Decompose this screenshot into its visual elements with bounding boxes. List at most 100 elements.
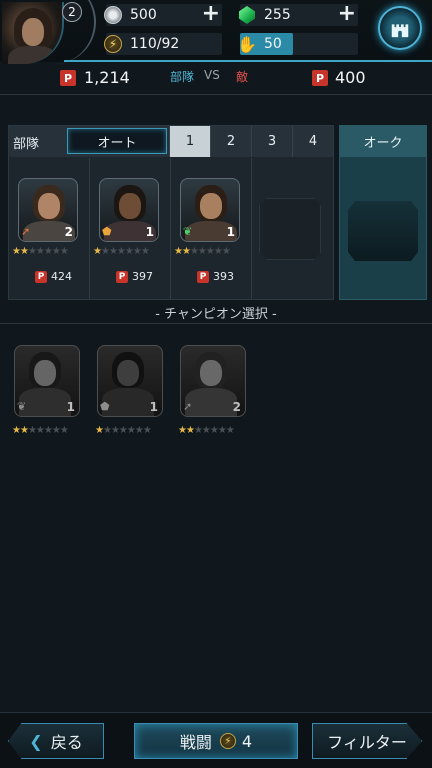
leaf-icon: ❦ [183,225,193,238]
player-avatar[interactable] [2,2,64,64]
roster-champion-3[interactable]: ➚ 2 ★★★★★★★ [178,345,248,445]
star-empty-icon: ★ [102,425,112,436]
battle-label: 戦闘 [179,733,212,752]
squad-slot-tab-2[interactable]: 2 [210,126,251,157]
champion-star-rating: ★★★★★★★ [95,425,152,436]
roster-champion-1[interactable]: ❦ 1 ★★★★★★★ [12,345,82,445]
hero-level: 2 [64,225,73,239]
hero-level: 1 [226,225,235,239]
ally-power-value: 1,214 [84,68,130,87]
power-icon: P [35,270,47,283]
orc-panel[interactable]: オーク [339,125,427,300]
battle-cost: ⚡ 4 [219,732,252,751]
roster-champion-2[interactable]: ⬟ 1 ★★★★★★★ [95,345,165,445]
star-empty-icon: ★ [213,246,223,257]
stronghold-button[interactable] [378,6,422,50]
star-empty-icon: ★ [225,425,235,436]
add-gems-button[interactable]: + [338,3,356,25]
back-label: 戻る [50,733,83,752]
squad-hero-slot-1[interactable]: ➚ 2 ★★★★★★★ P 424 [9,158,90,299]
silver-coin-icon [102,4,124,26]
score-divider [0,94,432,95]
star-empty-icon: ★ [100,246,110,257]
champion-portrait: ➚ 2 [180,345,246,417]
silver-resource: 500 + [104,3,222,26]
hand-value: 50 [264,36,282,52]
star-empty-icon: ★ [118,425,128,436]
bottom-bar: ❮ 戻る 戦闘 ⚡ 4 フィルター [0,712,432,768]
squad-hero-slot-2[interactable]: ⬟ 1 ★★★★★★★ P 397 [90,158,171,299]
hero-power-value: 393 [213,270,234,283]
star-empty-icon: ★ [189,246,199,257]
champion-star-rating: ★★★★★★★ [12,425,69,436]
squad-slot-tab-4[interactable]: 4 [292,126,333,157]
star-empty-icon: ★ [217,425,227,436]
energy-bolt-icon: ⚡ [102,33,124,55]
squad-header: 部隊 オート 1 2 3 4 [9,126,333,157]
star-filled-icon: ★ [19,246,29,257]
orc-slot[interactable] [348,201,418,261]
champion-level: 2 [232,400,241,414]
gem-resource: 255 + [239,3,358,26]
score-row: P 1,214 部隊 VS 敵 P 400 [0,64,432,92]
star-empty-icon: ★ [59,246,69,257]
castle-icon [391,24,409,38]
player-level-badge: 2 [62,2,82,22]
hero-portrait: ❦ 1 [180,178,240,242]
star-empty-icon: ★ [43,246,53,257]
back-button[interactable]: ❮ 戻る [8,723,104,759]
add-silver-button[interactable]: + [202,3,220,25]
power-icon: P [116,270,128,283]
power-icon: P [197,270,209,283]
energy-resource: ⚡ 110/92 [104,33,222,55]
star-empty-icon: ★ [116,246,126,257]
star-empty-icon: ★ [27,425,37,436]
hero-portrait: ⬟ 1 [99,178,159,242]
star-empty-icon: ★ [142,425,152,436]
battle-button[interactable]: 戦闘 ⚡ 4 [134,723,298,759]
star-filled-icon: ★ [19,425,29,436]
filter-button[interactable]: フィルター [312,723,422,759]
star-empty-icon: ★ [51,246,61,257]
star-filled-icon: ★ [95,425,104,436]
champion-star-rating: ★★★★★★★ [178,425,235,436]
star-empty-icon: ★ [124,246,134,257]
star-empty-icon: ★ [51,425,61,436]
star-filled-icon: ★ [12,246,21,257]
champion-select-title: - チャンピオン選択 - [155,307,277,322]
squad-label: 部隊 [13,137,40,152]
hero-power-value: 397 [132,270,153,283]
star-empty-icon: ★ [193,425,203,436]
leaf-icon: ❦ [17,400,27,413]
champion-level: 1 [66,400,75,414]
hero-star-rating: ★★★★★★★ [12,246,69,257]
star-empty-icon: ★ [221,246,231,257]
arrow-icon: ➚ [183,400,193,413]
squad-slot-tab-1[interactable]: 1 [169,126,210,157]
star-filled-icon: ★ [12,425,21,436]
enemy-power-value: 400 [335,68,366,87]
orc-header: オーク [340,126,426,157]
section-divider [0,323,432,324]
star-empty-icon: ★ [140,246,150,257]
star-empty-icon: ★ [27,246,37,257]
energy-bolt-icon: ⚡ [219,733,236,749]
star-empty-icon: ★ [197,246,207,257]
star-filled-icon: ★ [181,246,191,257]
ally-label: 部隊 [170,70,195,84]
silver-value: 500 [130,7,157,23]
enemy-label: 敵 [236,70,249,84]
squad-slot-tab-3[interactable]: 3 [251,126,292,157]
auto-button[interactable]: オート [67,128,167,154]
squad-hero-slot-3[interactable]: ❦ 1 ★★★★★★★ P 393 [171,158,252,299]
star-empty-icon: ★ [110,425,120,436]
squad-hero-slot-4[interactable] [252,158,333,299]
chevron-left-icon: ❮ [29,731,43,751]
hero-portrait: ➚ 2 [18,178,78,242]
hero-level: 1 [145,225,154,239]
shield-icon: ⬟ [100,400,110,413]
star-empty-icon: ★ [134,425,144,436]
star-empty-icon: ★ [108,246,118,257]
star-empty-icon: ★ [35,246,45,257]
hero-power-value: 424 [51,270,72,283]
